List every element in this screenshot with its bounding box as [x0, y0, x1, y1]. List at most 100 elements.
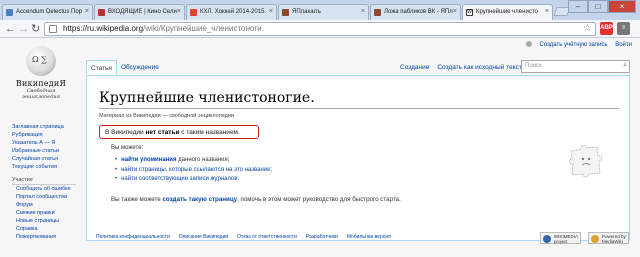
favicon-icon	[282, 9, 289, 16]
suggestion-list: найти упоминания данного названия; найти…	[115, 156, 272, 185]
personal-tools: Создать учётную запись Войти	[525, 41, 632, 48]
badge-line: MediaWiki	[602, 239, 623, 244]
sidebar-item-index[interactable]: Указатель А — Я	[12, 139, 87, 147]
close-icon[interactable]: ×	[453, 8, 457, 15]
wikipedia-logo[interactable]: ВикипедиЯ Свободная энциклопедия	[14, 46, 68, 100]
search-icon[interactable]: ⌕	[623, 62, 627, 70]
tab-article[interactable]: Статья	[86, 60, 117, 75]
favicon-icon	[6, 9, 13, 16]
tab-title: Ложа пабликов ВК - ЯПл	[384, 9, 453, 15]
close-icon[interactable]: ×	[361, 8, 365, 15]
login-link[interactable]: Войти	[615, 42, 632, 48]
footer-privacy-link[interactable]: Политика конфиденциальности	[96, 234, 170, 240]
sidebar-item-help[interactable]: Справка	[12, 225, 87, 233]
you-can-label: Вы можете:	[111, 145, 144, 151]
browser-tab-active[interactable]: W Крупнейшие членисто ×	[462, 4, 553, 21]
sidebar-item-featured[interactable]: Избранные статьи	[12, 147, 87, 155]
footer-mobile-link[interactable]: Мобильная версия	[347, 234, 391, 240]
bookmark-star-icon[interactable]: ☆	[583, 23, 592, 35]
find-linking-pages-link[interactable]: найти страницы, которые ссылаются на это…	[121, 167, 270, 173]
page-icon	[49, 25, 57, 33]
tab-discussion[interactable]: Обсуждение	[117, 60, 163, 75]
tab-title: Accendum Delectus Пор	[16, 9, 83, 15]
create-text-post: , помочь в этом может руководство для бы…	[237, 196, 401, 203]
sidebar-item-main-page[interactable]: Заглавная страница	[12, 123, 87, 131]
no-article-notice: В Википедии нет статьи с таким названием…	[99, 125, 259, 139]
view-tabs: Создание Создать как исходный текст	[396, 60, 526, 73]
logo-subtitle: Свободная энциклопедия	[22, 88, 60, 100]
list-item: найти упоминания данного названия;	[115, 156, 272, 166]
browser-tab[interactable]: ЯПлакалъ ×	[278, 4, 369, 20]
tab-title: КХЛ. Хоккей 2014-2015.	[200, 9, 267, 15]
wikimedia-badge[interactable]: WIKIMEDIA project	[540, 232, 582, 244]
url-path: /wiki/Крупнейшие_членистоноги.	[143, 24, 264, 33]
close-icon[interactable]: ×	[269, 8, 273, 15]
page-title: Крупнейшие членистоногие.	[99, 90, 619, 109]
tab-title: ВХОДЯЩИЕ | Кино Сели	[108, 9, 177, 15]
adblock-extension-icon[interactable]: ABP	[600, 22, 613, 35]
create-account-link[interactable]: Создать учётную запись	[525, 41, 608, 48]
notice-bold-text: нет статьи	[145, 129, 180, 136]
address-bar[interactable]: https://ru.wikipedia.org/wiki/Крупнейшие…	[44, 22, 596, 36]
browser-tabstrip: Accendum Delectus Пор × ВХОДЯЩИЕ | Кино …	[0, 0, 640, 21]
sidebar-item-report-error[interactable]: Сообщить об ошибке	[12, 185, 87, 193]
logo-title: ВикипедиЯ	[15, 79, 67, 88]
footer-developers-link[interactable]: Разработчики	[306, 234, 338, 240]
footer-about-link[interactable]: Описание Википедии	[179, 234, 228, 240]
wikipedia-page: Создать учётную запись Войти ВикипедиЯ С…	[0, 38, 640, 257]
mediawiki-logo-icon	[591, 235, 599, 243]
create-page-link[interactable]: создать такую страницу	[162, 196, 237, 203]
maximize-button[interactable]: □	[588, 0, 608, 13]
sidebar-item-current-events[interactable]: Текущие события	[12, 163, 87, 171]
puzzle-globe-icon	[26, 46, 56, 76]
footer-links: Политика конфиденциальности Описание Вик…	[96, 234, 400, 240]
tab-title: ЯПлакалъ	[292, 9, 321, 15]
puzzle-piece-icon	[569, 145, 602, 178]
reload-button[interactable]: ↻	[31, 23, 40, 35]
browser-tab[interactable]: Accendum Delectus Пор ×	[2, 4, 93, 20]
user-icon	[525, 41, 532, 47]
close-window-button[interactable]: ×	[608, 0, 636, 13]
namespace-tabs: Статья Обсуждение	[86, 60, 163, 75]
sidebar-item-recent-changes[interactable]: Свежие правки	[12, 209, 87, 217]
browser-tab[interactable]: ВХОДЯЩИЕ | Кино Сели ×	[94, 4, 185, 20]
list-item-text: .	[237, 176, 240, 182]
browser-tab[interactable]: КХЛ. Хоккей 2014-2015. ×	[186, 4, 277, 20]
wikipedia-favicon-icon: W	[466, 9, 473, 16]
favicon-icon	[374, 9, 381, 16]
back-button[interactable]: ←	[5, 23, 16, 35]
minimize-button[interactable]: –	[568, 0, 588, 13]
list-item-text: ;	[270, 166, 273, 173]
sidebar-item-community-portal[interactable]: Портал сообщества	[12, 193, 87, 201]
sidebar-item-forum[interactable]: Форум	[12, 201, 87, 209]
forward-button[interactable]: →	[18, 23, 29, 35]
list-item-text: данного названия;	[176, 157, 230, 163]
close-icon[interactable]: ×	[545, 8, 549, 15]
tagline: Материал из Википедии — свободной энцикл…	[99, 113, 234, 119]
favicon-icon	[190, 9, 197, 16]
create-text-pre: Вы также можете	[111, 196, 163, 203]
sidebar-item-new-pages[interactable]: Новые страницы	[12, 217, 87, 225]
search-placeholder: Поиск	[525, 63, 542, 69]
wikimedia-logo-icon	[543, 235, 551, 243]
footer-disclaimer-link[interactable]: Отказ от ответственности	[237, 234, 297, 240]
tab-title: Крупнейшие членисто	[476, 9, 538, 15]
close-icon[interactable]: ×	[177, 8, 181, 15]
mediawiki-badge[interactable]: Powered by MediaWiki	[588, 232, 629, 244]
notice-text: В Википедии	[105, 129, 146, 136]
sidebar-item-donate[interactable]: Пожертвования	[12, 233, 87, 241]
sidebar-item-categories[interactable]: Рубрикация	[12, 131, 87, 139]
tab-create[interactable]: Создание	[396, 60, 433, 73]
menu-icon[interactable]: ≡	[617, 22, 630, 35]
search-input[interactable]: Поиск ⌕	[521, 60, 630, 73]
find-log-entries-link[interactable]: найти соответствующие записи журналов	[121, 176, 237, 182]
sidebar-item-random[interactable]: Случайная статья	[12, 155, 87, 163]
notice-text-end: с таким названием.	[179, 129, 240, 136]
find-mentions-link[interactable]: найти упоминания	[121, 157, 176, 163]
badge-line: project	[554, 239, 568, 244]
tab-create-source[interactable]: Создать как исходный текст	[433, 60, 525, 73]
close-icon[interactable]: ×	[85, 8, 89, 15]
browser-tab[interactable]: Ложа пабликов ВК - ЯПл ×	[370, 4, 461, 20]
list-item: найти страницы, которые ссылаются на это…	[115, 166, 272, 176]
browser-toolbar: ← → ↻ https://ru.wikipedia.org/wiki/Круп…	[0, 20, 640, 38]
